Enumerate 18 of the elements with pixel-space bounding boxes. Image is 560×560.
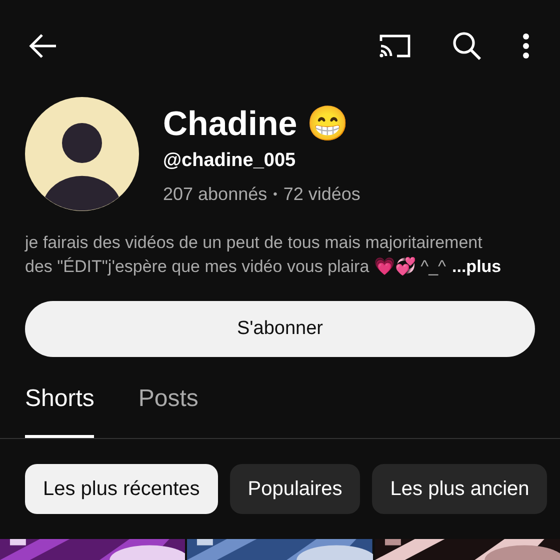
channel-name: Chadine 😁 [163,104,350,144]
tab[interactable]: Posts [138,385,198,438]
subscribe-button[interactable]: S'abonner [25,301,535,357]
filter-chip[interactable]: Les plus ancien [372,464,548,514]
more-link[interactable]: ...plus [452,255,502,279]
channel-stat: 207 abonnés [163,184,268,204]
channel-stat: 72 vidéos [283,184,360,204]
filter-chip[interactable]: Populaires [230,464,360,514]
channel-handle: @chadine_005 [163,150,297,172]
search-icon[interactable] [452,31,482,61]
separator-dot: • [273,187,278,201]
description-line: des "ÉDIT"j'espère que mes vidéo vous plaira 💗💞 ^_^ [25,256,446,278]
cast-icon[interactable] [378,33,412,59]
back-icon[interactable] [28,33,58,59]
more-icon[interactable] [522,33,530,59]
description-line: je fairais des vidéos de un peut de tous mais majoritairement [25,232,482,254]
filter-chip[interactable]: Les plus récentes [25,464,218,514]
tab[interactable]: Shorts [25,385,94,438]
